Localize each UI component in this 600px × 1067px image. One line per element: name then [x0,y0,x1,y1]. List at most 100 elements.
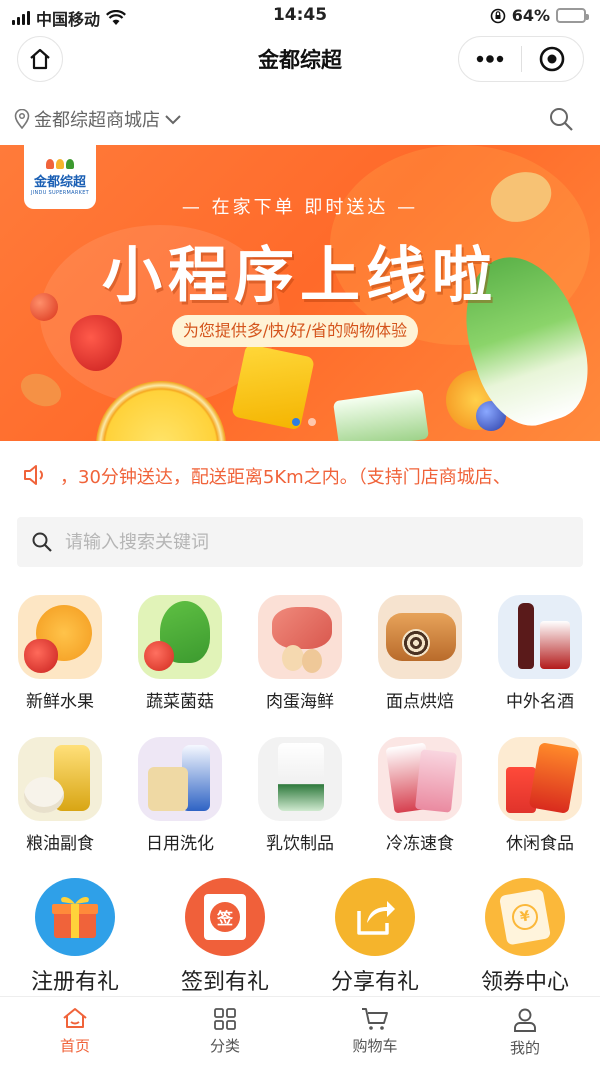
category-item[interactable]: 粮油副食 [0,737,120,879]
fruit-icon-shape [24,639,58,673]
category-item[interactable]: 乳饮制品 [240,737,360,879]
store-selector-row: 金都综超商城店 [0,94,600,144]
notice-bar[interactable]: ，30分钟送达，配送距离5Km之内。（支持门店商城店、 [0,452,600,498]
category-label: 肉蛋海鲜 [266,692,334,712]
more-button[interactable] [459,37,521,81]
notice-text: ，30分钟送达，配送距离5Km之内。（支持门店商城店、 [60,467,511,488]
grain-oil-icon [18,737,102,821]
meat-icon [258,595,342,679]
reward-label: 分享有礼 [330,970,419,995]
category-row: 新鲜水果 蔬菜菌菇 肉蛋海鲜 面点烘焙 中外名酒 [0,595,600,737]
frozen-food-icon [378,737,462,821]
tab-home-tab[interactable]: 首页 [0,997,150,1067]
target-circle-icon [539,46,565,72]
meat-icon-shape [272,607,332,649]
tab-cart[interactable]: 购物车 [300,997,450,1067]
speaker-icon [24,465,43,485]
category-label: 休闲食品 [506,834,574,854]
reward-circle: ¥ [485,878,565,956]
bread-icon [378,595,462,679]
category-item[interactable]: 日用洗化 [120,737,240,879]
snack-icon-shape [528,742,580,814]
banner-tagline: — 在家下单 即时送达 — [181,197,419,218]
banner-headline: 小程序上线啦 [102,241,498,311]
reward-circle [35,878,115,956]
close-button[interactable] [521,37,583,81]
chevron-down-icon [165,115,181,125]
user-icon [514,1008,536,1032]
orientation-lock-icon [490,8,506,23]
tab-label: 购物车 [352,1037,398,1055]
carousel-indicator [292,418,316,426]
tab-category-grid[interactable]: 分类 [150,997,300,1067]
category-item[interactable]: 肉蛋海鲜 [240,595,360,737]
category-item[interactable]: 面点烘焙 [360,595,480,737]
category-label: 新鲜水果 [26,692,94,712]
search-input[interactable] [65,517,565,567]
reward-item[interactable]: 签签到有礼 [150,878,300,996]
store-search-button[interactable] [548,106,574,136]
fruit-icon [18,595,102,679]
tab-label: 分类 [209,1037,240,1055]
rewards-row: 注册有礼签签到有礼 分享有礼 ¥ 领券中心 [0,878,600,996]
detergent-icon [138,737,222,821]
reward-item[interactable]: 注册有礼 [0,878,150,996]
reward-item[interactable]: ¥ 领券中心 [450,878,600,996]
wine-icon-shape [540,621,570,669]
battery-percent: 64% [511,6,550,25]
sign-in-badge: 签 [210,902,240,932]
category-label: 蔬菜菌菇 [146,692,214,712]
home-tab-icon [63,1008,87,1028]
promo-banner[interactable]: 金都综超 JINDU SUPERMARKET — 在家下单 即时送达 — 小程序… [0,145,600,441]
category-label: 冷冻速食 [386,834,454,854]
tab-user[interactable]: 我的 [450,997,600,1067]
bread-icon-shape [402,629,430,657]
share-icon [357,901,395,935]
reward-circle: 签 [185,878,265,956]
milk-icon-shape [278,743,324,811]
nav-bar: 金都综超 [0,32,600,86]
category-item[interactable]: 蔬菜菌菇 [120,595,240,737]
category-item[interactable]: 冷冻速食 [360,737,480,879]
frozen-food-icon-shape [414,749,458,813]
tissue-box-image [332,388,430,441]
vegetable-icon-shape [144,641,174,671]
category-label: 粮油副食 [26,834,94,854]
category-label: 中外名酒 [506,692,574,712]
gift-icon [52,897,98,938]
reward-label: 注册有礼 [30,970,119,995]
cart-icon [362,1008,388,1030]
mini-program-capsule [458,36,584,82]
sign-in-icon: 签 [204,894,246,940]
category-label: 日用洗化 [146,834,214,854]
banner-subtitle: 为您提供多/快/好/省的购物体验 [172,315,418,347]
search-icon [550,108,573,131]
category-item[interactable]: 休闲食品 [480,737,600,879]
search-icon [32,532,52,552]
status-bar: 中国移动 14:45 64% [0,0,600,32]
store-selector[interactable]: 金都综超商城店 [14,106,182,132]
carousel-dot[interactable] [308,418,316,426]
category-grid: 新鲜水果 蔬菜菌菇 肉蛋海鲜 面点烘焙 中外名酒粮油副食 日用洗化 乳饮制品 冷冻速食 休闲食品 [0,595,600,879]
location-pin-icon [14,109,30,129]
reward-label: 领券中心 [480,970,569,995]
reward-label: 签到有礼 [180,970,269,995]
status-right: 64% [490,6,589,25]
category-label: 面点烘焙 [386,692,454,712]
category-item[interactable]: 新鲜水果 [0,595,120,737]
reward-item[interactable]: 分享有礼 [300,878,450,996]
more-dots-icon [476,55,503,63]
store-name-label: 金都综超商城店 [34,110,160,131]
coupon-badge: ¥ [509,901,541,933]
meat-icon-shape [282,645,304,671]
category-grid-icon [214,1008,236,1030]
reward-circle [335,878,415,956]
category-item[interactable]: 中外名酒 [480,595,600,737]
snack-icon [498,737,582,821]
tab-label: 我的 [509,1039,540,1057]
detergent-icon-shape [148,767,188,811]
coin-decor [15,367,67,413]
grain-oil-icon-shape [24,777,64,813]
carousel-dot[interactable] [292,418,300,426]
tab-label: 首页 [59,1037,90,1055]
